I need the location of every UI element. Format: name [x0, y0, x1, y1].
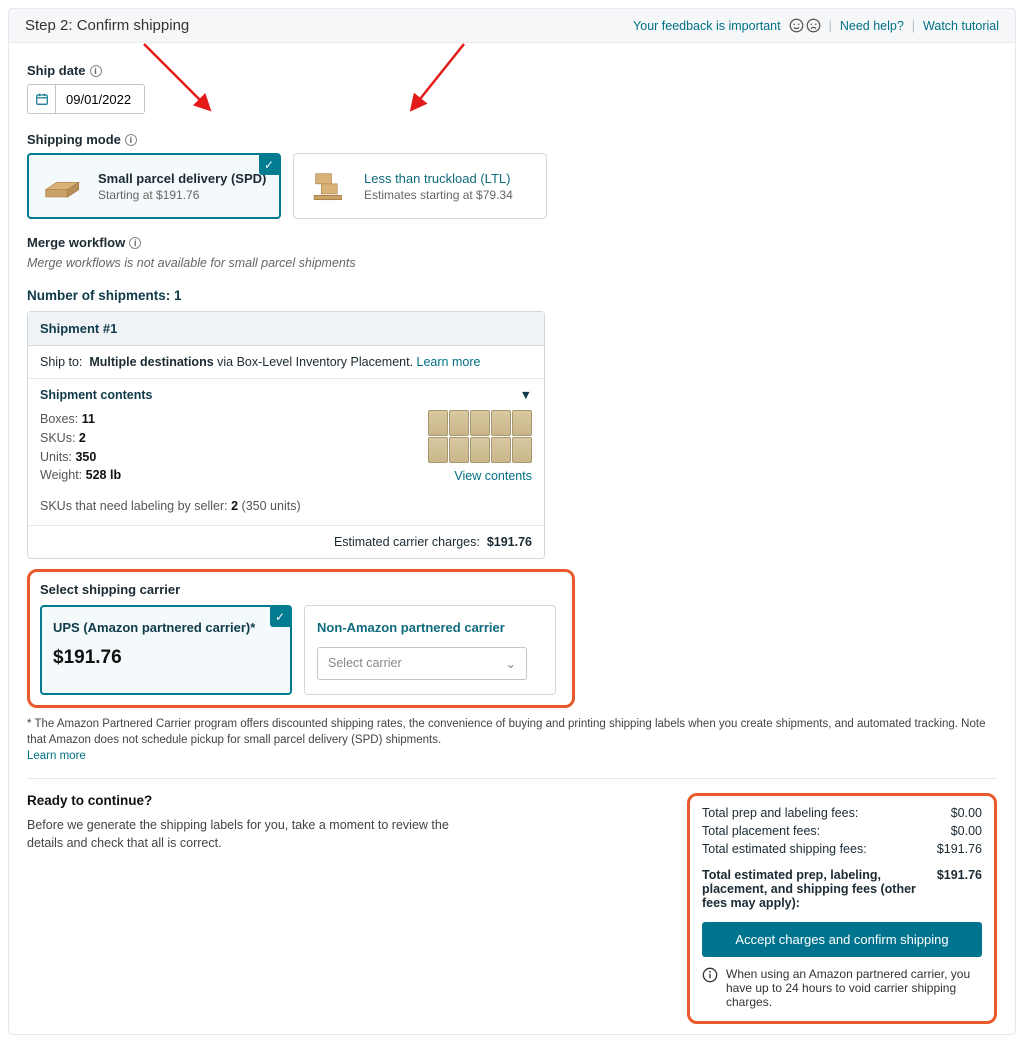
need-help-link[interactable]: Need help? [840, 19, 904, 33]
mode-sub: Starting at $191.76 [98, 188, 266, 202]
confirm-shipping-panel: Step 2: Confirm shipping Your feedback i… [8, 8, 1016, 1035]
ship-date-field[interactable] [27, 84, 145, 114]
view-contents-link[interactable]: View contents [454, 469, 532, 483]
shipment-stats: Boxes: 11 SKUs: 2 Units: 350 Weight: 528… [40, 410, 121, 485]
estimated-charges-row: Estimated carrier charges: $191.76 [28, 526, 544, 558]
top-links: Your feedback is important | Need help? … [633, 18, 999, 33]
total-row: Total estimated shipping fees:$191.76 [702, 840, 982, 858]
ready-section: Ready to continue? Before we generate th… [27, 793, 667, 1024]
chevron-down-icon: ⌄ [506, 656, 516, 671]
mode-title: Less than truckload (LTL) [364, 171, 513, 186]
info-icon[interactable]: i [125, 134, 137, 146]
info-icon [702, 967, 718, 983]
select-carrier-section: Select shipping carrier ✓ UPS (Amazon pa… [27, 569, 575, 708]
ship-date-input[interactable] [56, 86, 144, 113]
carrier-select-dropdown[interactable]: Select carrier ⌄ [317, 647, 527, 680]
box-icon [42, 171, 86, 201]
pallet-icon [308, 168, 352, 204]
total-row: Total prep and labeling fees:$0.00 [702, 804, 982, 822]
merge-note: Merge workflows is not available for sma… [27, 256, 997, 270]
merge-workflow-label: Merge workflow i [27, 235, 997, 250]
mode-sub: Estimates starting at $79.34 [364, 188, 513, 202]
feedback-faces[interactable] [789, 18, 821, 33]
shipping-mode-label: Shipping mode i [27, 132, 997, 147]
accept-charges-button[interactable]: Accept charges and confirm shipping [702, 922, 982, 957]
check-icon: ✓ [270, 607, 290, 627]
carrier-option-nonpartnered[interactable]: Non-Amazon partnered carrier Select carr… [304, 605, 556, 695]
shipment-card: Shipment #1 Ship to: Multiple destinatio… [27, 311, 545, 559]
product-thumbnails [428, 410, 532, 463]
select-carrier-title: Select shipping carrier [40, 582, 562, 597]
frown-icon [806, 18, 821, 33]
shipments-count: Number of shipments: 1 [27, 288, 997, 303]
carrier-price: $191.76 [53, 647, 279, 669]
total-row-bold: Total estimated prep, labeling, placemen… [702, 866, 982, 912]
totals-section: Total prep and labeling fees:$0.00 Total… [687, 793, 997, 1024]
top-bar: Step 2: Confirm shipping Your feedback i… [9, 9, 1015, 43]
step-title: Step 2: Confirm shipping [25, 17, 189, 34]
void-note: When using an Amazon partnered carrier, … [702, 967, 982, 1009]
check-icon: ✓ [259, 155, 279, 175]
watch-tutorial-link[interactable]: Watch tutorial [923, 19, 999, 33]
info-icon[interactable]: i [129, 237, 141, 249]
shipment-header: Shipment #1 [28, 312, 544, 346]
info-icon[interactable]: i [90, 65, 102, 77]
carrier-option-partnered[interactable]: ✓ UPS (Amazon partnered carrier)* $191.7… [40, 605, 292, 695]
mode-title: Small parcel delivery (SPD) [98, 171, 266, 186]
ship-date-label: Ship date i [27, 63, 997, 78]
shipment-contents-title: Shipment contents [40, 388, 153, 402]
ship-to-row: Ship to: Multiple destinations via Box-L… [28, 346, 544, 379]
learn-more-link[interactable]: Learn more [417, 355, 481, 369]
smile-icon [789, 18, 804, 33]
ready-text: Before we generate the shipping labels f… [27, 816, 467, 852]
chevron-down-icon[interactable]: ▼ [520, 388, 532, 402]
carrier-title: Non-Amazon partnered carrier [317, 620, 543, 635]
calendar-icon [28, 85, 56, 113]
total-row: Total placement fees:$0.00 [702, 822, 982, 840]
ready-title: Ready to continue? [27, 793, 667, 808]
feedback-link[interactable]: Your feedback is important [633, 19, 781, 33]
learn-more-link[interactable]: Learn more [27, 750, 86, 762]
labeling-row: SKUs that need labeling by seller: 2 (35… [40, 497, 532, 516]
shipping-mode-ltl[interactable]: Less than truckload (LTL) Estimates star… [293, 153, 547, 219]
partnered-footnote: * The Amazon Partnered Carrier program o… [27, 716, 997, 764]
carrier-title: UPS (Amazon partnered carrier)* [53, 620, 279, 635]
shipping-mode-spd[interactable]: ✓ Small parcel delivery (SPD) Starting a… [27, 153, 281, 219]
